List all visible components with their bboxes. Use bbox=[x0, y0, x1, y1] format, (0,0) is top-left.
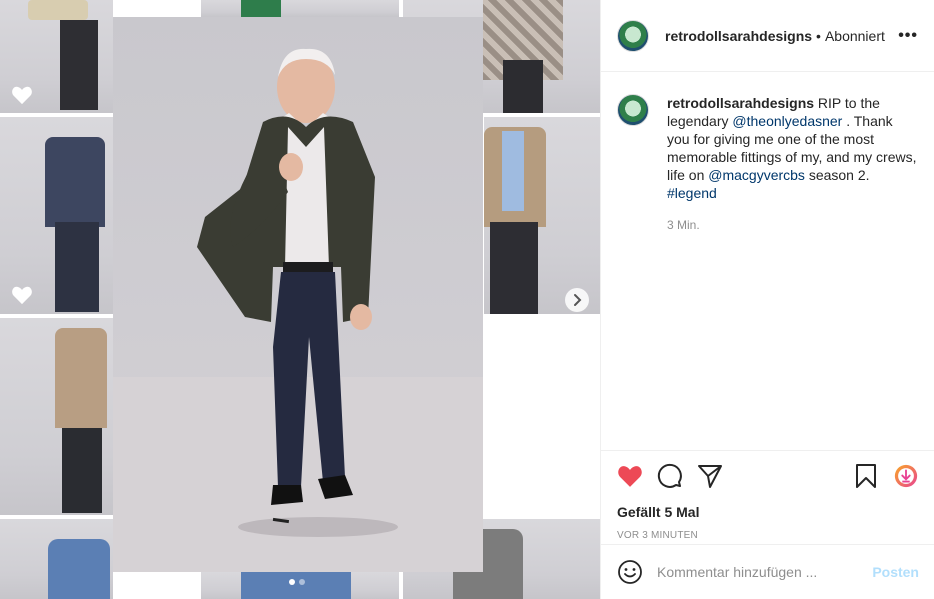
more-options-icon[interactable]: ••• bbox=[898, 27, 918, 45]
header-username[interactable]: retrodollsarahdesigns bbox=[665, 28, 812, 44]
grid-tile bbox=[0, 318, 113, 515]
heart-icon bbox=[618, 466, 642, 487]
caption-text-part: season 2. bbox=[804, 167, 870, 183]
share-button[interactable] bbox=[697, 463, 723, 489]
save-button[interactable] bbox=[853, 463, 879, 489]
mention-link[interactable]: @macgyvercbs bbox=[708, 167, 805, 183]
caption-body: retrodollsarahdesigns RIP to the legenda… bbox=[667, 94, 917, 234]
post-header: retrodollsarahdesigns • Abonniert ••• bbox=[601, 0, 934, 72]
caption-time: 3 Min. bbox=[667, 218, 700, 232]
post-photo[interactable] bbox=[113, 17, 483, 572]
post-side-panel: retrodollsarahdesigns • Abonniert ••• re… bbox=[600, 0, 934, 599]
like-button[interactable] bbox=[617, 463, 643, 489]
download-button[interactable] bbox=[893, 463, 919, 489]
grid-tile bbox=[484, 117, 600, 314]
comment-button[interactable] bbox=[657, 463, 683, 489]
post-timestamp: VOR 3 MINUTEN bbox=[617, 530, 698, 541]
grid-tile bbox=[201, 572, 399, 599]
follow-status[interactable]: Abonniert bbox=[825, 28, 885, 44]
post-caption: retrodollsarahdesigns RIP to the legenda… bbox=[601, 72, 934, 234]
grid-tile bbox=[0, 519, 113, 599]
comment-form: Posten bbox=[601, 544, 934, 599]
action-bar bbox=[617, 461, 919, 491]
avatar[interactable] bbox=[617, 94, 649, 126]
carousel-dot-active bbox=[289, 579, 295, 585]
header-separator: • bbox=[816, 27, 821, 44]
carousel-next-button[interactable] bbox=[565, 288, 589, 312]
comment-input[interactable] bbox=[657, 564, 873, 580]
carousel-dot bbox=[299, 579, 305, 585]
comment-icon bbox=[657, 463, 682, 488]
post-actions-area: Gefällt 5 Mal VOR 3 MINUTEN bbox=[601, 450, 934, 541]
likes-count[interactable]: Gefällt 5 Mal bbox=[617, 504, 919, 520]
heart-icon bbox=[12, 86, 32, 105]
person-photo bbox=[113, 48, 483, 572]
grid-tile bbox=[484, 318, 600, 515]
caption-text: retrodollsarahdesigns RIP to the legenda… bbox=[667, 94, 917, 202]
share-icon bbox=[698, 465, 722, 488]
avatar[interactable] bbox=[617, 19, 649, 52]
post-media bbox=[0, 0, 600, 599]
heart-icon bbox=[12, 286, 32, 305]
download-icon bbox=[894, 464, 918, 488]
post-comment-button[interactable]: Posten bbox=[872, 564, 919, 580]
carousel-indicator bbox=[289, 579, 305, 585]
chevron-right-icon bbox=[574, 294, 582, 306]
caption-username[interactable]: retrodollsarahdesigns bbox=[667, 95, 814, 111]
hashtag-link[interactable]: #legend bbox=[667, 185, 717, 201]
emoji-icon[interactable] bbox=[617, 559, 643, 585]
grid-tile bbox=[201, 0, 399, 17]
mention-link[interactable]: @theonlyedasner bbox=[732, 113, 842, 129]
bookmark-icon bbox=[856, 464, 876, 488]
